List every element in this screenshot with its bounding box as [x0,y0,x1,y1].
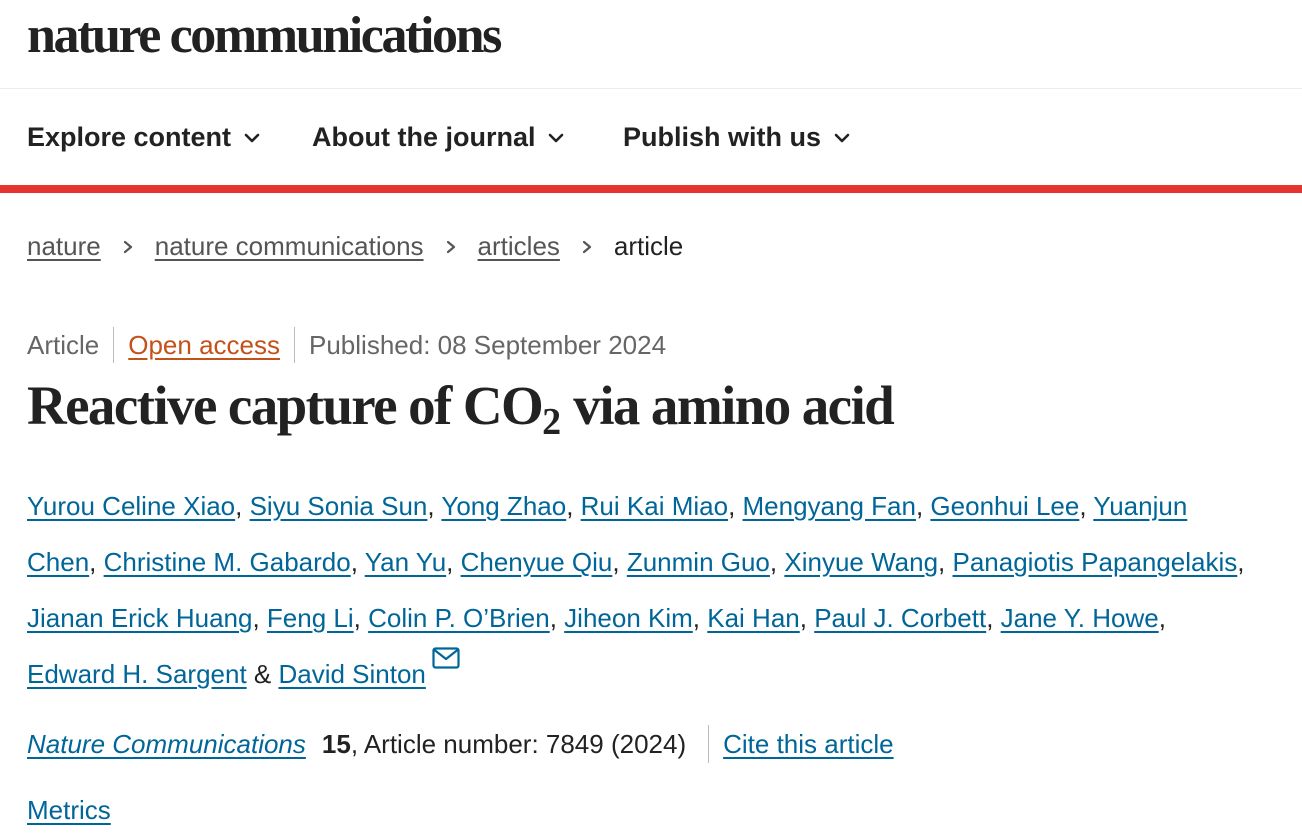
author-link[interactable]: Mengyang Fan [743,491,916,521]
mail-icon[interactable] [432,647,460,669]
divider [708,725,710,763]
author-link[interactable]: Zunmin Guo [627,547,770,577]
author-link[interactable]: Christine M. Gabardo [104,547,351,577]
cite-this-article-link[interactable]: Cite this article [723,729,894,760]
author-link[interactable]: Jane Y. Howe [1001,603,1159,633]
article-number: , Article number: 7849 (2024) [350,728,687,759]
nav-label: Explore content [27,122,232,152]
author-link[interactable]: Chenyue Qiu [461,547,613,577]
site-logo[interactable]: nature communications [27,6,502,65]
open-access-link[interactable]: Open access [128,330,280,361]
chevron-right-icon [123,240,132,253]
article-type: Article [27,329,100,360]
breadcrumb: nature nature communications articles ar… [27,231,683,262]
breadcrumb-link-nature-communications[interactable]: nature communications [155,231,424,262]
author-list: Yurou Celine Xiao, Siyu Sonia Sun, Yong … [27,491,1245,689]
breadcrumb-link-articles[interactable]: articles [478,231,560,262]
article-title: Reactive capture of CO2 via amino acid [27,374,895,444]
published-date: Published: 08 September 2024 [309,329,667,360]
divider [294,327,295,363]
author-link[interactable]: Siyu Sonia Sun [250,491,428,521]
divider [113,327,115,363]
main-nav: Explore content About the journal Publis… [0,89,1302,185]
author-link[interactable]: Colin P. O’Brien [368,603,550,633]
author-link[interactable]: Rui Kai Miao [581,491,728,521]
masthead: nature communications [0,0,1302,89]
metrics-link[interactable]: Metrics [27,795,111,826]
author-link[interactable]: Kai Han [707,603,800,633]
breadcrumb-link-nature[interactable]: nature [27,231,101,262]
chevron-down-icon [244,133,260,142]
chevron-down-icon [549,133,564,142]
title-subscript: 2 [542,401,562,443]
author-link[interactable]: Yan Yu [365,547,446,577]
chevron-down-icon [834,133,850,142]
author-link[interactable]: Paul J. Corbett [814,603,986,633]
accent-bar [0,185,1302,193]
author-link[interactable]: Jiheon Kim [564,603,693,633]
nav-label: About the journal [312,122,536,152]
chevron-right-icon [446,240,455,253]
nav-publish-with-us[interactable]: Publish with us [623,122,851,153]
author-link[interactable]: Geonhui Lee [930,491,1079,521]
author-link[interactable]: Jianan Erick Huang [27,603,252,633]
author-link[interactable]: David Sinton [278,659,425,689]
volume: 15 [321,728,351,759]
citation-line: Nature Communications 15 , Article numbe… [27,724,894,764]
author-link[interactable]: Feng Li [267,603,354,633]
article-meta: Article Open access Published: 08 Septem… [27,326,666,364]
nav-about-the-journal[interactable]: About the journal [312,122,565,153]
title-text: Reactive capture of CO [27,375,544,436]
author-link[interactable]: Panagiotis Papangelakis [953,547,1238,577]
title-text-end: via amino acid [561,375,894,436]
nav-explore-content[interactable]: Explore content [27,122,261,153]
author-link[interactable]: Yurou Celine Xiao [27,491,235,521]
author-link[interactable]: Yong Zhao [441,491,566,521]
chevron-right-icon [582,240,592,253]
author-link[interactable]: Xinyue Wang [784,547,938,577]
author-link[interactable]: Edward H. Sargent [27,659,247,689]
nav-label: Publish with us [623,122,822,152]
journal-link[interactable]: Nature Communications [27,729,306,760]
breadcrumb-current: article [613,231,684,261]
